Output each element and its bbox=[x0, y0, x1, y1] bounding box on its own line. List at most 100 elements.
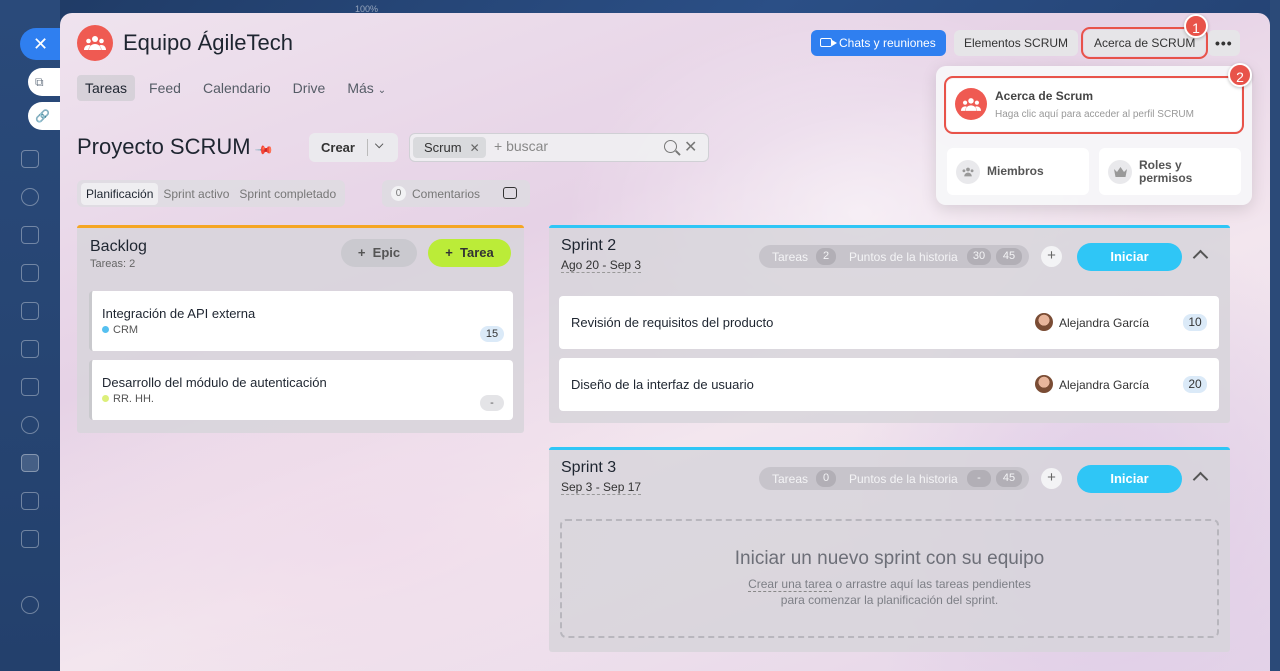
story-points-label: Puntos de la historia bbox=[849, 472, 958, 486]
story-points-label: Puntos de la historia bbox=[849, 250, 958, 264]
sidebar-item-tasks-icon[interactable] bbox=[21, 454, 39, 472]
group-avatar bbox=[955, 88, 987, 120]
task-assignee[interactable]: Alejandra García bbox=[1059, 316, 1149, 330]
sidebar-item-mail-icon[interactable] bbox=[21, 378, 39, 396]
sprint-dates[interactable]: Sep 3 - Sep 17 bbox=[561, 481, 642, 495]
tab-planificacion[interactable]: Planificación bbox=[81, 182, 159, 205]
tab-feed[interactable]: Feed bbox=[141, 75, 189, 101]
sprint-panel: Sprint 3 Sep 3 - Sep 17 Tareas 0 Puntos … bbox=[549, 447, 1230, 652]
tab-calendario[interactable]: Calendario bbox=[195, 75, 279, 101]
callout-badge-2: 2 bbox=[1228, 63, 1252, 87]
filter-chip-scrum[interactable]: Scrum ✕ bbox=[413, 137, 486, 158]
backlog-item[interactable]: Desarrollo del módulo de autenticación R… bbox=[89, 360, 513, 420]
story-points-done: 30 bbox=[967, 248, 991, 265]
backlog-item-name: Integración de API externa bbox=[102, 306, 256, 321]
backlog-item-epic[interactable]: CRM bbox=[102, 324, 138, 336]
story-points-badge[interactable]: 20 bbox=[1183, 376, 1207, 393]
backlog-item[interactable]: Integración de API externa CRM 15 bbox=[89, 291, 513, 351]
sprint-tasks-count: 0 bbox=[816, 470, 836, 487]
roles-permissions-menu-item[interactable]: Roles y permisos bbox=[1099, 148, 1241, 195]
tab-sprint-completado[interactable]: Sprint completado bbox=[234, 183, 341, 205]
sprint-tasks-label: Tareas bbox=[772, 472, 809, 486]
epic-color-dot bbox=[102, 326, 109, 333]
add-epic-button[interactable]: + Epic bbox=[341, 239, 417, 267]
tab-drive[interactable]: Drive bbox=[285, 75, 334, 101]
group-title: Equipo ÁgileTech bbox=[123, 30, 294, 55]
comments-label: Comentarios bbox=[412, 187, 481, 201]
backlog-panel: Backlog Tareas: 2 + Epic + Tarea Integra… bbox=[77, 225, 524, 433]
crown-icon bbox=[1108, 160, 1132, 184]
members-menu-item[interactable]: Miembros bbox=[947, 148, 1089, 195]
sprint-stats: Tareas 2 Puntos de la historia 30 45 bbox=[759, 245, 1029, 268]
tab-sprint-activo[interactable]: Sprint activo bbox=[158, 183, 234, 205]
epic-label: CRM bbox=[113, 324, 139, 336]
sidebar-item-filter-icon[interactable] bbox=[21, 492, 39, 510]
sidebar-item-settings-icon[interactable] bbox=[21, 596, 39, 614]
epic-color-dot bbox=[102, 395, 109, 402]
create-button[interactable]: Crear ⌵ bbox=[309, 133, 398, 162]
close-slider-button[interactable]: ✕ bbox=[20, 28, 64, 60]
filter-search-box[interactable]: Scrum ✕ ✕ bbox=[409, 133, 709, 162]
add-task-button[interactable]: + Tarea bbox=[428, 239, 511, 267]
avatar bbox=[1035, 313, 1053, 331]
tab-tareas[interactable]: Tareas bbox=[77, 75, 136, 101]
create-task-link[interactable]: Crear una tarea bbox=[748, 577, 833, 592]
tab-mas[interactable]: Más ⌄ bbox=[339, 75, 394, 101]
create-button-label: Crear bbox=[321, 140, 355, 155]
sprint-dates[interactable]: Ago 20 - Sep 3 bbox=[561, 259, 642, 273]
scrum-elements-button[interactable]: Elementos SCRUM bbox=[954, 30, 1079, 56]
chevron-down-icon[interactable]: ⌵ bbox=[375, 139, 383, 152]
sidebar-item-automation-icon[interactable] bbox=[21, 530, 39, 548]
chevron-up-icon[interactable] bbox=[1192, 249, 1209, 266]
chat-bubble-icon bbox=[503, 187, 517, 199]
add-epic-label: Epic bbox=[372, 245, 401, 260]
chats-meetings-button[interactable]: Chats y reuniones bbox=[811, 30, 946, 56]
sidebar-item-boards-icon[interactable] bbox=[21, 302, 39, 320]
sidebar-item-groups-icon[interactable] bbox=[21, 416, 39, 434]
group-users-icon bbox=[84, 36, 106, 50]
avatar bbox=[1035, 375, 1053, 393]
group-users-icon bbox=[961, 97, 981, 111]
callout-badge-1: 1 bbox=[1184, 14, 1208, 38]
sidebar-item-crm-icon[interactable] bbox=[21, 340, 39, 358]
video-camera-icon bbox=[820, 38, 837, 47]
sprint-task-row[interactable]: Diseño de la interfaz de usuario Alejand… bbox=[559, 358, 1219, 411]
dropzone-hint-line2: para comenzar la planificación del sprin… bbox=[780, 593, 999, 607]
story-points-badge[interactable]: - bbox=[480, 395, 504, 411]
comments-button[interactable]: 0 Comentarios bbox=[382, 180, 530, 207]
more-options-button[interactable]: ••• bbox=[1208, 30, 1240, 56]
about-scrum-menu-item[interactable]: Acerca de Scrum Haga clic aquí para acce… bbox=[944, 76, 1244, 134]
story-points-done: - bbox=[967, 470, 991, 487]
dropzone-title: Iniciar un nuevo sprint con su equipo bbox=[734, 548, 1045, 569]
roles-permissions-label: Roles y permisos bbox=[1139, 158, 1193, 185]
backlog-item-epic[interactable]: RR. HH. bbox=[102, 393, 154, 405]
copy-link-icon[interactable]: 🔗 bbox=[28, 102, 60, 130]
story-points-badge[interactable]: 15 bbox=[480, 326, 504, 342]
add-task-to-sprint-button[interactable]: + bbox=[1041, 468, 1062, 489]
task-assignee[interactable]: Alejandra García bbox=[1059, 378, 1149, 392]
pin-icon[interactable]: 📌 bbox=[254, 140, 274, 160]
sprint-dropzone[interactable]: Iniciar un nuevo sprint con su equipo Cr… bbox=[560, 519, 1219, 638]
start-sprint-button[interactable]: Iniciar bbox=[1077, 465, 1182, 493]
about-scrum-description: Haga clic aquí para acceder al perfil SC… bbox=[995, 109, 1194, 120]
about-scrum-menu: Acerca de Scrum Haga clic aquí para acce… bbox=[936, 66, 1252, 205]
filter-chip-label: Scrum bbox=[424, 140, 462, 155]
group-slider-window: Equipo ÁgileTech Chats y reuniones Eleme… bbox=[60, 13, 1270, 671]
search-icon[interactable] bbox=[664, 140, 677, 153]
sidebar-item-documents-icon[interactable] bbox=[21, 264, 39, 282]
start-sprint-button[interactable]: Iniciar bbox=[1077, 243, 1182, 271]
group-avatar[interactable] bbox=[77, 25, 113, 61]
sprint-task-row[interactable]: Revisión de requisitos del producto Alej… bbox=[559, 296, 1219, 349]
page-scrollbar[interactable] bbox=[1270, 0, 1280, 671]
dropzone-hint-text: o arrastre aquí las tareas pendientes bbox=[832, 577, 1031, 591]
sidebar-item-feed-icon[interactable] bbox=[21, 150, 39, 168]
open-in-new-window-icon[interactable]: ⧉ bbox=[28, 68, 60, 96]
remove-filter-icon[interactable]: ✕ bbox=[470, 141, 480, 155]
story-points-badge[interactable]: 10 bbox=[1183, 314, 1207, 331]
sidebar-item-chat-icon[interactable] bbox=[21, 188, 39, 206]
add-task-to-sprint-button[interactable]: + bbox=[1041, 246, 1062, 267]
clear-search-icon[interactable]: ✕ bbox=[684, 137, 697, 157]
sidebar-item-calendar-icon[interactable] bbox=[21, 226, 39, 244]
chevron-up-icon[interactable] bbox=[1192, 471, 1209, 488]
search-input[interactable] bbox=[494, 138, 654, 154]
